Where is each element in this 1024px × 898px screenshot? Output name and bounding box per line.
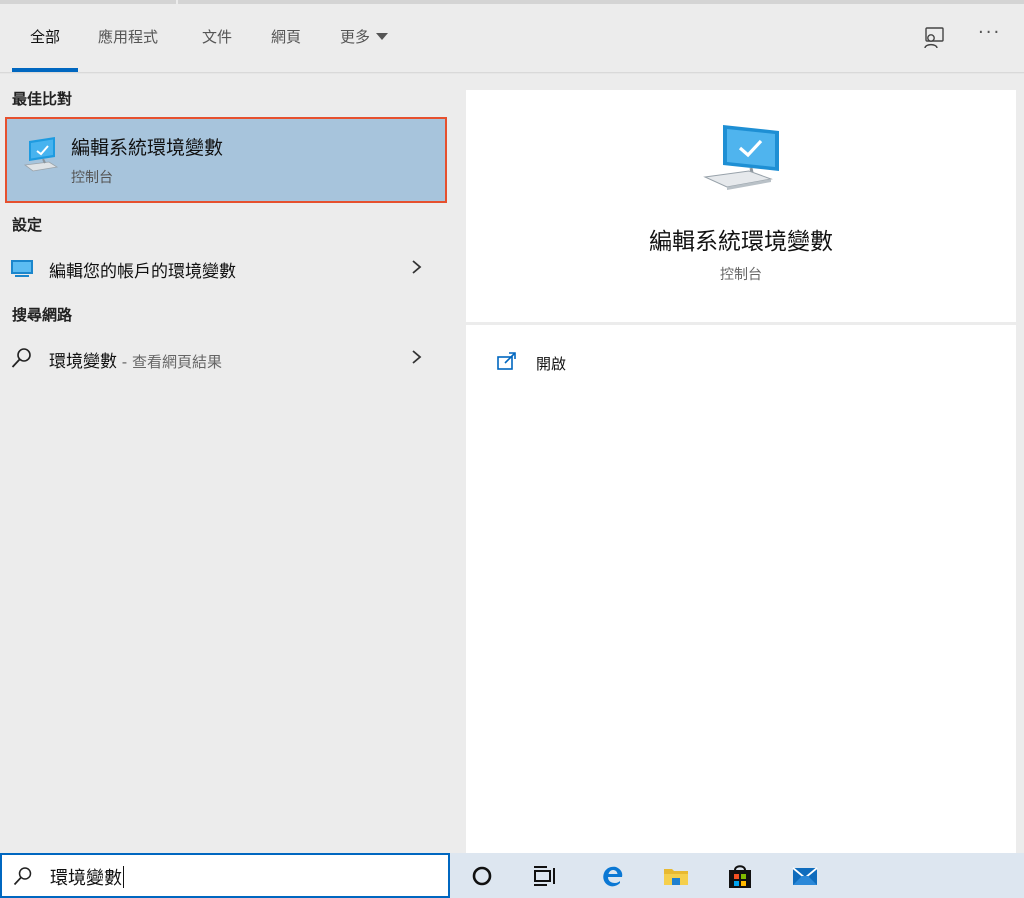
search-scope-tabs: 全部 應用程式 文件 網頁 更多 ··· (0, 0, 1024, 73)
tab-documents[interactable]: 文件 (202, 26, 232, 47)
chevron-right-icon (412, 260, 422, 274)
section-best-match: 最佳比對 (12, 90, 73, 108)
tab-more-label: 更多 (340, 28, 371, 46)
active-tab-indicator (12, 68, 78, 72)
settings-result-item[interactable]: 編輯您的帳戶的環境變數 (0, 250, 451, 286)
ellipsis-icon[interactable]: ··· (978, 22, 1001, 43)
task-view-icon[interactable] (531, 862, 559, 890)
detail-actions-card: 開啟 (466, 325, 1016, 853)
best-match-item[interactable]: 編輯系統環境變數 控制台 (5, 117, 447, 203)
open-action-label: 開啟 (536, 355, 567, 373)
search-input-value: 環境變數 (50, 868, 122, 889)
search-box[interactable]: 環境變數 (0, 853, 450, 898)
tab-web[interactable]: 網頁 (271, 26, 301, 47)
best-match-subtitle: 控制台 (71, 170, 113, 186)
best-match-title: 編輯系統環境變數 (71, 137, 224, 159)
settings-result-label: 編輯您的帳戶的環境變數 (49, 262, 236, 282)
web-result-item[interactable]: 環境變數 - 查看網頁結果 (0, 340, 451, 376)
taskbar (450, 853, 1024, 898)
tab-apps[interactable]: 應用程式 (98, 26, 158, 47)
store-icon[interactable] (726, 862, 754, 890)
feedback-icon[interactable] (922, 26, 946, 50)
system-pc-icon (23, 137, 59, 172)
file-explorer-icon[interactable] (662, 862, 690, 890)
tab-more[interactable]: 更多 (340, 26, 389, 47)
chevron-down-icon (376, 33, 389, 40)
web-suffix: - 查看網頁結果 (117, 353, 222, 371)
search-icon (13, 867, 32, 886)
edge-icon[interactable] (598, 862, 626, 890)
top-divider (0, 0, 1024, 4)
web-query: 環境變數 (49, 352, 117, 372)
detail-title: 編輯系統環境變數 (649, 229, 833, 255)
section-settings: 設定 (12, 216, 43, 234)
search-icon (11, 348, 31, 368)
monitor-icon (11, 260, 33, 277)
mail-icon[interactable] (791, 862, 819, 890)
web-result-label: 環境變數 - 查看網頁結果 (49, 347, 222, 372)
text-cursor (123, 866, 124, 888)
cortana-icon[interactable] (468, 862, 496, 890)
system-pc-large-icon (703, 125, 779, 190)
open-external-icon (497, 352, 516, 370)
detail-subtitle: 控制台 (720, 267, 762, 283)
chevron-right-icon (412, 350, 422, 364)
tab-all[interactable]: 全部 (30, 26, 60, 47)
section-web: 搜尋網路 (12, 306, 73, 324)
search-input[interactable]: 環境變數 (50, 864, 124, 890)
